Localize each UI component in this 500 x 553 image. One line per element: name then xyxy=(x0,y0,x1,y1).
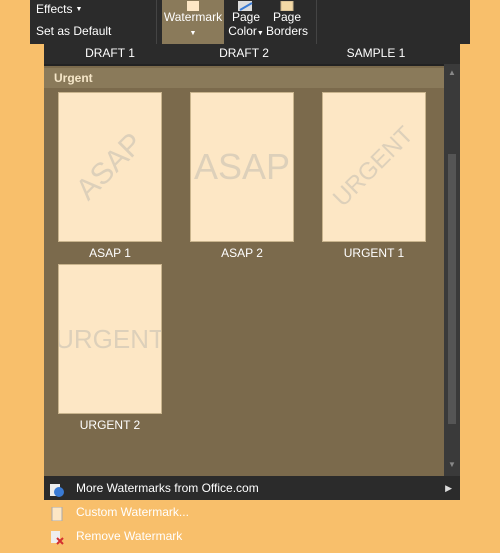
effects-label: Effects xyxy=(36,2,73,16)
scrollbar-thumb[interactable] xyxy=(448,154,456,424)
page-borders-icon xyxy=(266,0,308,12)
remove-watermark-item[interactable]: Remove Watermark xyxy=(44,524,460,548)
page-borders-label-2: Borders xyxy=(266,24,309,38)
watermark-gallery: DRAFT 1 DRAFT 2 SAMPLE 1 Urgent ASAP ASA… xyxy=(44,44,460,545)
ribbon: Effects ▼ Set as Default Watermark ▼ Page… xyxy=(30,0,470,44)
watermark-preview: ASAP xyxy=(58,92,162,242)
scroll-down-icon[interactable]: ▼ xyxy=(448,460,456,469)
watermark-text: URGENT xyxy=(328,121,420,213)
gallery-caption-sample-1[interactable]: SAMPLE 1 xyxy=(326,46,426,60)
custom-watermark-item[interactable]: Custom Watermark... xyxy=(44,500,460,524)
office-globe-icon xyxy=(50,481,64,497)
page-color-label-2: Color xyxy=(228,24,257,38)
watermark-text: URGENT xyxy=(58,323,162,354)
page-color-button[interactable]: Page Color▼ xyxy=(226,0,266,44)
watermark-item-asap-1[interactable]: ASAP ASAP 1 xyxy=(58,92,162,260)
set-as-default-button[interactable]: Set as Default xyxy=(36,24,111,38)
watermark-caption: ASAP 1 xyxy=(89,246,131,260)
previous-row-captions: DRAFT 1 DRAFT 2 SAMPLE 1 xyxy=(44,44,460,64)
gallery-scroll-area: Urgent ASAP ASAP 1 ASAP ASAP 2 URGENT UR… xyxy=(44,64,444,476)
chevron-right-icon: ▶ xyxy=(445,483,452,493)
watermark-menu: More Watermarks from Office.com ▶ Custom… xyxy=(44,476,460,548)
watermark-preview: URGENT xyxy=(58,264,162,414)
watermark-item-urgent-2[interactable]: URGENT URGENT 2 xyxy=(58,264,162,432)
effects-button[interactable]: Effects ▼ xyxy=(36,2,82,16)
watermark-icon xyxy=(162,0,224,11)
more-watermarks-label: More Watermarks from Office.com xyxy=(76,481,259,495)
chevron-down-icon: ▼ xyxy=(189,30,197,37)
page-borders-button[interactable]: Page Borders xyxy=(266,0,308,44)
ribbon-divider xyxy=(316,0,317,44)
watermark-item-urgent-1[interactable]: URGENT URGENT 1 xyxy=(322,92,426,260)
page-color-icon xyxy=(226,0,266,11)
gallery-caption-draft-2[interactable]: DRAFT 2 xyxy=(194,46,294,60)
gallery-caption-draft-1[interactable]: DRAFT 1 xyxy=(60,46,160,60)
scroll-up-icon[interactable]: ▲ xyxy=(448,68,456,77)
watermark-preview: ASAP xyxy=(190,92,294,242)
chevron-down-icon: ▼ xyxy=(256,30,264,37)
watermark-preview: URGENT xyxy=(322,92,426,242)
page-borders-label-1: Page xyxy=(272,10,302,24)
watermark-label: Watermark xyxy=(163,10,223,24)
watermark-text: ASAP xyxy=(69,126,150,207)
custom-watermark-icon xyxy=(50,505,64,522)
ribbon-divider xyxy=(156,0,157,44)
watermark-button[interactable]: Watermark ▼ xyxy=(162,0,224,44)
page-color-label-1: Page xyxy=(231,10,261,24)
watermark-caption: URGENT 1 xyxy=(343,246,405,260)
category-header: Urgent xyxy=(44,68,444,88)
more-watermarks-item[interactable]: More Watermarks from Office.com ▶ xyxy=(44,476,460,500)
custom-watermark-label: Custom Watermark... xyxy=(76,505,189,519)
remove-watermark-label: Remove Watermark xyxy=(76,529,183,543)
gallery-scrollbar[interactable]: ▲ ▼ xyxy=(444,64,460,476)
chevron-down-icon: ▼ xyxy=(75,6,83,14)
remove-watermark-icon xyxy=(50,529,64,545)
watermark-caption: URGENT 2 xyxy=(79,418,141,432)
watermark-text: ASAP xyxy=(193,146,291,187)
watermark-item-asap-2[interactable]: ASAP ASAP 2 xyxy=(190,92,294,260)
watermark-caption: ASAP 2 xyxy=(221,246,263,260)
